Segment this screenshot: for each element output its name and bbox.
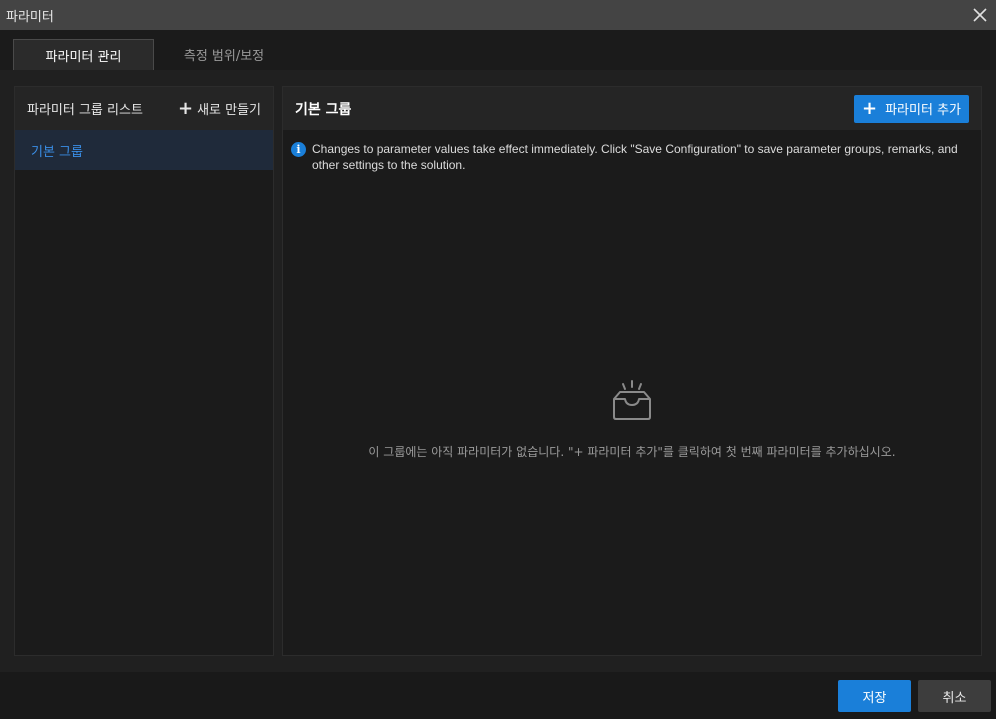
window-title: 파라미터: [6, 9, 54, 25]
group-list-panel: 파라미터 그룹 리스트 + 새로 만들기 기본 그룹: [14, 86, 274, 656]
main-content: 파라미터 그룹 리스트 + 새로 만들기 기본 그룹 기본 그룹 + 파라미터 …: [0, 70, 996, 672]
group-list-title: 파라미터 그룹 리스트: [27, 103, 143, 118]
new-group-label: 새로 만들기: [197, 103, 261, 118]
group-detail-header: 기본 그룹 + 파라미터 추가: [283, 87, 981, 130]
plus-icon: +: [862, 97, 878, 119]
group-detail-panel: 기본 그룹 + 파라미터 추가 i Changes to parameter v…: [282, 86, 982, 656]
empty-message: 이 그룹에는 아직 파라미터가 없습니다. "+ 파라미터 추가"를 클릭하여 …: [368, 445, 896, 459]
info-message: i Changes to parameter values take effec…: [283, 130, 981, 173]
info-text: Changes to parameter values take effect …: [312, 142, 958, 172]
plus-icon: +: [177, 97, 194, 119]
group-list-header: 파라미터 그룹 리스트 + 새로 만들기: [15, 87, 273, 130]
save-button[interactable]: 저장: [838, 680, 911, 712]
add-parameter-label: 파라미터 추가: [885, 103, 961, 118]
new-group-button[interactable]: + 새로 만들기: [178, 99, 261, 118]
tab-parameter-management[interactable]: 파라미터 관리: [13, 39, 154, 70]
tab-strip: 파라미터 관리 측정 범위/보정: [0, 30, 996, 70]
add-parameter-button[interactable]: + 파라미터 추가: [854, 94, 969, 123]
group-item-default[interactable]: 기본 그룹: [15, 130, 273, 170]
group-detail-title: 기본 그룹: [295, 101, 352, 118]
info-icon: i: [291, 142, 306, 157]
cancel-button[interactable]: 취소: [918, 680, 991, 712]
title-bar: 파라미터: [0, 0, 996, 30]
empty-state: 이 그룹에는 아직 파라미터가 없습니다. "+ 파라미터 추가"를 클릭하여 …: [283, 377, 981, 460]
close-icon[interactable]: [970, 5, 990, 25]
dialog-footer: 저장 취소: [0, 672, 996, 719]
tab-measurement-range[interactable]: 측정 범위/보정: [160, 39, 288, 70]
empty-inbox-icon: [613, 380, 651, 420]
